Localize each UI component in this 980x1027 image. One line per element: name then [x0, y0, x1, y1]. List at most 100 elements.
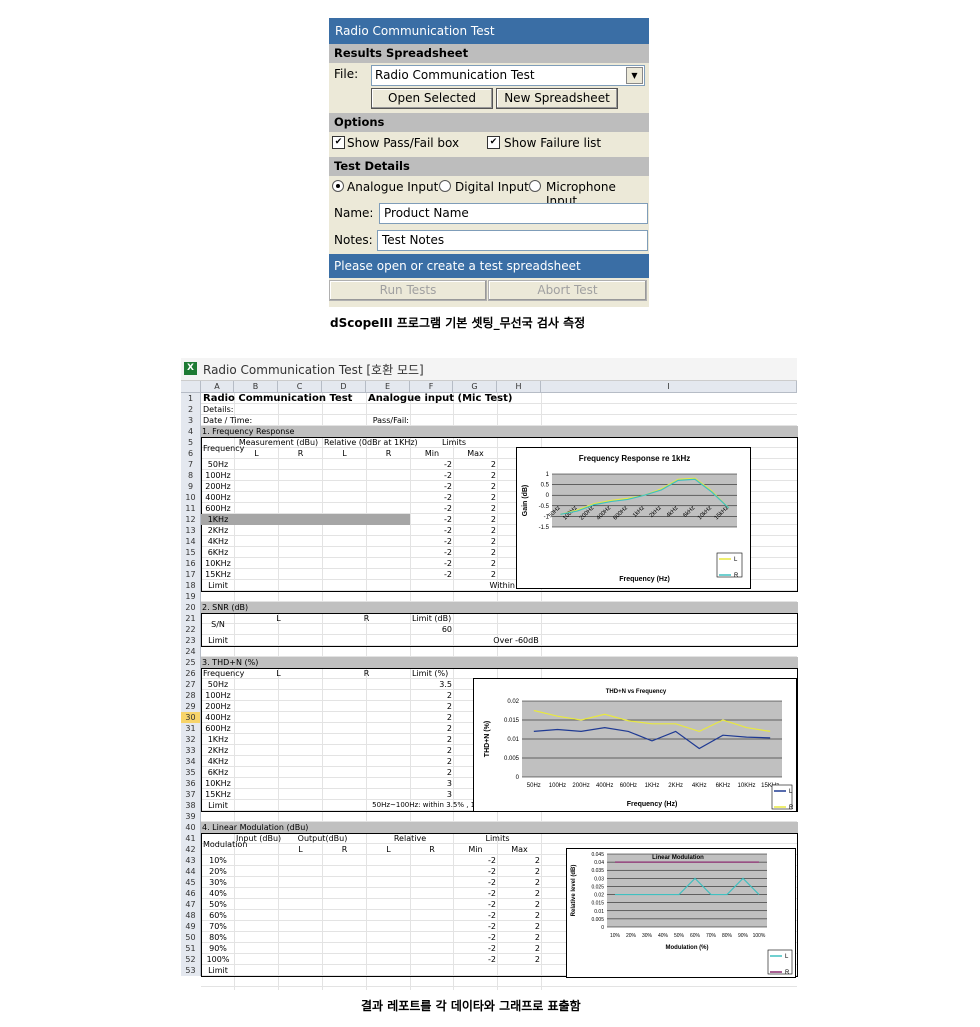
mod-min-cell[interactable]: -2 — [453, 855, 496, 866]
frequency-cell[interactable]: 15KHz — [201, 569, 233, 580]
modulation-cell[interactable]: 20% — [201, 866, 233, 877]
row-header[interactable]: 18 — [181, 580, 201, 591]
details-label[interactable]: Details: — [201, 404, 233, 415]
mod-max-cell[interactable]: 2 — [497, 943, 540, 954]
thd-limit-cell[interactable]: 2 — [410, 734, 452, 745]
modulation-cell[interactable]: 40% — [201, 888, 233, 899]
row-header[interactable]: 40 — [181, 822, 201, 833]
thd-frequency-cell[interactable]: 10KHz — [201, 778, 233, 789]
sheet-title[interactable]: Radio Communication Test — [201, 393, 352, 404]
frequency-cell[interactable]: 6KHz — [201, 547, 233, 558]
column-header-i[interactable]: I — [541, 381, 797, 393]
failure-list-checkbox[interactable]: ✔ — [487, 136, 500, 149]
column-header-g[interactable]: G — [453, 381, 497, 393]
frequency-cell[interactable]: 600Hz — [201, 503, 233, 514]
row-header[interactable]: 14 — [181, 536, 201, 547]
modulation-cell[interactable]: 10% — [201, 855, 233, 866]
row-header[interactable]: 53 — [181, 965, 201, 976]
limit-max-cell[interactable]: 2 — [453, 514, 496, 525]
row-header[interactable]: 31 — [181, 723, 201, 734]
row-header[interactable]: 21 — [181, 613, 201, 624]
thd-frequency-cell[interactable]: 4KHz — [201, 756, 233, 767]
row-header[interactable]: 22 — [181, 624, 201, 635]
row-header[interactable]: 38 — [181, 800, 201, 811]
modulation-cell[interactable]: 30% — [201, 877, 233, 888]
row-header[interactable]: 6 — [181, 448, 201, 459]
analogue-input-radio[interactable] — [332, 180, 344, 192]
limit-min-cell[interactable]: -2 — [410, 514, 452, 525]
thd-limit-cell[interactable]: 2 — [410, 701, 452, 712]
limit-max-cell[interactable]: 2 — [453, 481, 496, 492]
mod-max-cell[interactable]: 2 — [497, 954, 540, 965]
limit-max-cell[interactable]: 2 — [453, 558, 496, 569]
digital-input-radio[interactable] — [439, 180, 451, 192]
column-header-d[interactable]: D — [322, 381, 366, 393]
thd-frequency-cell[interactable]: 15KHz — [201, 789, 233, 800]
relmod-r-header[interactable]: R — [410, 844, 452, 855]
section-frequency-response[interactable]: 1. Frequency Response — [201, 426, 798, 437]
mod-max-cell[interactable]: 2 — [497, 910, 540, 921]
mod-min-cell[interactable]: -2 — [453, 932, 496, 943]
select-all-corner[interactable] — [181, 381, 201, 393]
row-header[interactable]: 7 — [181, 459, 201, 470]
limit-min-cell[interactable]: -2 — [410, 525, 452, 536]
modulation-cell[interactable]: 100% — [201, 954, 233, 965]
modulation-cell[interactable]: 70% — [201, 921, 233, 932]
microphone-input-radio[interactable] — [529, 180, 541, 192]
pass-fail-checkbox[interactable]: ✔ — [332, 136, 345, 149]
thd-limit-cell[interactable]: 3.5 — [410, 679, 452, 690]
frequency-header[interactable]: Frequency — [201, 443, 244, 454]
mod-max-cell[interactable]: 2 — [497, 932, 540, 943]
column-header-h[interactable]: H — [497, 381, 541, 393]
sn-label[interactable]: S/N — [201, 619, 233, 630]
thd-frequency-cell[interactable]: 50Hz — [201, 679, 233, 690]
abort-test-button[interactable]: Abort Test — [488, 280, 647, 301]
row-header[interactable]: 16 — [181, 558, 201, 569]
row-header[interactable]: 8 — [181, 470, 201, 481]
thd-limit-cell[interactable]: 2 — [410, 712, 452, 723]
thd-frequency-cell[interactable]: 400Hz — [201, 712, 233, 723]
row-header[interactable]: 39 — [181, 811, 201, 822]
thd-limit-cell[interactable]: 2 — [410, 756, 452, 767]
limit-label[interactable]: Limit — [201, 965, 233, 976]
measurement-header[interactable]: Measurement (dBu) — [234, 437, 321, 448]
row-header[interactable]: 10 — [181, 492, 201, 503]
thd-frequency-header[interactable]: Frequency — [201, 668, 244, 679]
thd-chart[interactable]: 0.02 0.015 0.01 0.005 0 50Hz 100Hz 200Hz 400Hz 60… — [473, 678, 797, 812]
chevron-down-icon[interactable]: ▼ — [626, 67, 643, 84]
mod-min-cell[interactable]: -2 — [453, 866, 496, 877]
mod-min-cell[interactable]: -2 — [453, 954, 496, 965]
meas-l-header[interactable]: L — [234, 448, 277, 459]
thd-limit-cell[interactable]: 2 — [410, 690, 452, 701]
frequency-response-chart[interactable]: 1 0.5 0 -0.5 -1 -1.5 50Hz 100Hz 200Hz 400Hz 600Hz 1… — [516, 447, 751, 589]
modulation-cell[interactable]: 90% — [201, 943, 233, 954]
column-header-f[interactable]: F — [410, 381, 453, 393]
mod-min-cell[interactable]: -2 — [453, 877, 496, 888]
mod-min-header[interactable]: Min — [453, 844, 496, 855]
max-header[interactable]: Max — [453, 448, 496, 459]
limit-max-cell[interactable]: 2 — [453, 525, 496, 536]
row-header[interactable]: 35 — [181, 767, 201, 778]
modulation-cell[interactable]: 50% — [201, 899, 233, 910]
row-header[interactable]: 19 — [181, 591, 201, 602]
frequency-cell[interactable]: 400Hz — [201, 492, 233, 503]
snr-limit-text[interactable]: Over -60dB — [234, 635, 796, 646]
sheet-subtitle[interactable]: Analogue input (Mic Test) — [366, 393, 512, 404]
thd-r-header[interactable]: R — [322, 668, 409, 679]
row-header[interactable]: 47 — [181, 899, 201, 910]
row-header[interactable]: 2 — [181, 404, 201, 415]
mod-limits-header[interactable]: Limits — [453, 833, 540, 844]
new-spreadsheet-button[interactable]: New Spreadsheet — [496, 88, 618, 109]
input-header[interactable]: Input (dBu) — [234, 833, 281, 844]
mod-max-cell[interactable]: 2 — [497, 899, 540, 910]
row-header[interactable]: 4 — [181, 426, 201, 437]
row-header[interactable]: 26 — [181, 668, 201, 679]
thd-limit-header[interactable]: Limit (%) — [410, 668, 452, 679]
column-header-b[interactable]: B — [234, 381, 278, 393]
row-header[interactable]: 30 — [181, 712, 201, 723]
row-header[interactable]: 13 — [181, 525, 201, 536]
limit-min-cell[interactable]: -2 — [410, 459, 452, 470]
row-header[interactable]: 37 — [181, 789, 201, 800]
frequency-cell[interactable]: 200Hz — [201, 481, 233, 492]
thd-limit-cell[interactable]: 3 — [410, 778, 452, 789]
